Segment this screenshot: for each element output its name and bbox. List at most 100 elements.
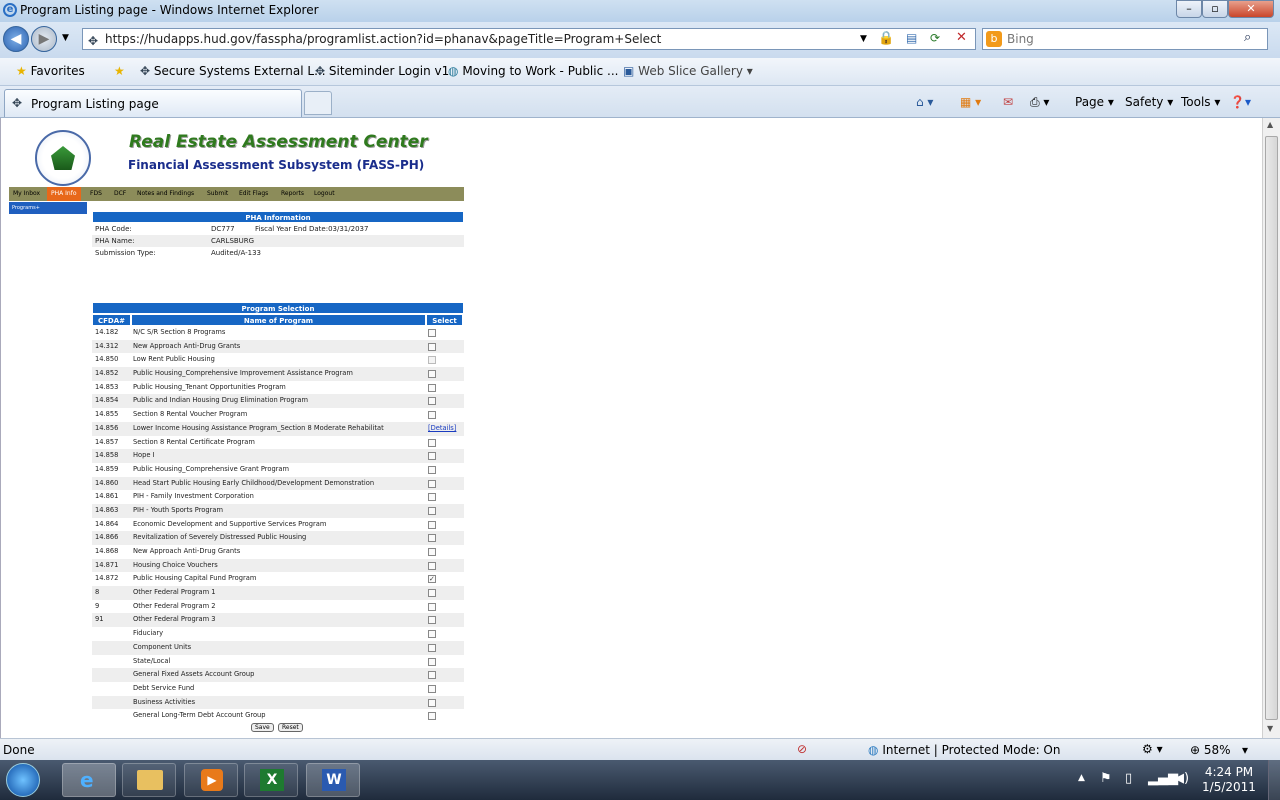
add-favorite-icon[interactable]: ★	[114, 64, 125, 78]
maximize-button[interactable]: ▫	[1202, 0, 1228, 18]
reset-button[interactable]: Reset	[278, 722, 303, 732]
popup-blocker-icon[interactable]: ⊘	[797, 742, 807, 756]
menu-dcf[interactable]: DCF	[114, 190, 126, 197]
program-cfda: 14.861	[95, 492, 119, 501]
mail-icon[interactable]: ✉	[1003, 95, 1013, 109]
home-icon[interactable]: ⌂ ▾	[916, 95, 933, 109]
program-select-checkbox[interactable]	[428, 506, 436, 515]
program-select-checkbox[interactable]	[428, 684, 436, 693]
lock-icon[interactable]: 🔒	[878, 31, 894, 46]
back-button[interactable]: ◀	[3, 26, 29, 52]
tray-volume-icon[interactable]: ◀)	[1174, 771, 1189, 786]
program-select-checkbox[interactable]	[428, 397, 436, 406]
program-select-checkbox[interactable]	[428, 465, 436, 474]
program-select-checkbox[interactable]	[428, 657, 436, 666]
refresh-icon[interactable]: ⟳	[930, 31, 940, 45]
program-select-checkbox[interactable]	[428, 573, 436, 587]
address-dropdown-icon[interactable]: ▼	[860, 34, 867, 44]
program-select-checkbox[interactable]	[428, 479, 436, 488]
vertical-scrollbar[interactable]: ▲ ▼	[1262, 118, 1280, 738]
program-cfda: 14.871	[95, 560, 119, 569]
program-select-checkbox[interactable]	[428, 329, 436, 337]
page-menu[interactable]: Page ▾	[1075, 95, 1114, 109]
scroll-up-icon[interactable]: ▲	[1267, 120, 1273, 129]
address-input[interactable]: https://hudapps.hud.gov/fasspha/programl…	[82, 28, 976, 50]
favorite-link-1[interactable]: ✥ Secure Systems External L...	[140, 64, 326, 78]
taskbar-word-icon[interactable]: W	[306, 763, 360, 797]
search-input[interactable]: Bing	[982, 28, 1268, 50]
web-slice-gallery-link[interactable]: ▣ Web Slice Gallery ▾	[623, 64, 753, 78]
submenu-programs[interactable]: Programs+	[9, 202, 87, 214]
program-row: 14.871 Housing Choice Vouchers	[92, 558, 464, 573]
safety-menu[interactable]: Safety ▾	[1125, 95, 1173, 109]
print-icon[interactable]: ⎙ ▾	[1030, 95, 1049, 110]
program-select-checkbox[interactable]	[428, 342, 436, 351]
menu-reports[interactable]: Reports	[281, 190, 304, 197]
forward-button[interactable]: ▶	[31, 26, 57, 52]
program-select-checkbox[interactable]	[428, 671, 436, 680]
program-select-checkbox[interactable]	[428, 643, 436, 652]
program-select-checkbox[interactable]	[428, 452, 436, 461]
details-link[interactable]: [Details]	[428, 422, 456, 436]
program-select-checkbox[interactable]	[428, 712, 436, 721]
program-select-checkbox[interactable]	[428, 616, 436, 625]
favorite-link-3[interactable]: ◍ Moving to Work - Public ...	[448, 64, 618, 78]
search-icon[interactable]: ⌕	[1244, 30, 1251, 45]
tools-menu[interactable]: Tools ▾	[1181, 95, 1220, 109]
program-select-checkbox[interactable]	[428, 520, 436, 529]
taskbar-ie-icon[interactable]: e	[62, 763, 116, 797]
show-desktop-button[interactable]	[1268, 760, 1280, 800]
tray-clock[interactable]: 4:24 PM 1/5/2011	[1194, 765, 1264, 795]
menu-fds[interactable]: FDS	[90, 190, 102, 197]
program-select-checkbox[interactable]	[428, 493, 436, 502]
program-select-checkbox[interactable]	[428, 561, 436, 570]
favorites-button[interactable]: ★ Favorites	[16, 64, 85, 78]
program-select-checkbox[interactable]	[428, 370, 436, 379]
scroll-thumb[interactable]	[1265, 136, 1278, 720]
menu-my-inbox[interactable]: My Inbox	[13, 190, 40, 197]
program-row: 14.858 Hope I	[92, 449, 464, 463]
favorite-link-2[interactable]: ✥ Siteminder Login v1	[315, 64, 449, 78]
tray-flag-icon[interactable]: ⚑	[1100, 771, 1112, 786]
menu-edit-flags[interactable]: Edit Flags	[239, 190, 268, 197]
menu-pha-info[interactable]: PHA Info	[47, 187, 81, 201]
close-button[interactable]: ✕	[1228, 0, 1274, 18]
tray-expand-icon[interactable]: ▲	[1078, 773, 1085, 783]
taskbar-media-icon[interactable]: ▶	[184, 763, 238, 797]
program-name: Component Units	[133, 642, 192, 651]
program-select-checkbox[interactable]	[428, 383, 436, 392]
security-zone[interactable]: ◍ Internet | Protected Mode: On	[868, 743, 1060, 757]
taskbar-explorer-icon[interactable]	[122, 763, 176, 797]
menu-submit[interactable]: Submit	[207, 190, 228, 197]
program-cfda: 14.859	[95, 464, 119, 473]
minimize-button[interactable]: –	[1176, 0, 1202, 18]
program-name: N/C S/R Section 8 Programs	[133, 328, 226, 336]
program-cfda: 14.866	[95, 533, 119, 542]
new-tab-button[interactable]	[304, 91, 332, 115]
compatibility-icon[interactable]: ▤	[906, 31, 917, 45]
help-icon[interactable]: ❓▾	[1230, 95, 1251, 109]
tab-program-listing[interactable]: ✥ Program Listing page	[4, 89, 302, 117]
save-button[interactable]: Save	[251, 722, 274, 732]
menu-notes-findings[interactable]: Notes and Findings	[137, 190, 194, 197]
program-select-checkbox[interactable]	[428, 589, 436, 598]
col-select: Select	[426, 314, 463, 326]
program-select-checkbox[interactable]	[428, 698, 436, 707]
program-row: General Fixed Assets Account Group	[92, 668, 464, 682]
program-select-checkbox[interactable]	[428, 411, 436, 420]
menu-logout[interactable]: Logout	[314, 190, 335, 197]
feeds-icon[interactable]: ▦ ▾	[960, 95, 981, 109]
protected-mode-icon[interactable]: ⚙ ▾	[1142, 742, 1163, 756]
program-select-checkbox[interactable]	[428, 438, 436, 447]
tray-device-icon[interactable]: ▯	[1125, 771, 1132, 786]
history-dropdown-icon[interactable]: ▼	[62, 33, 69, 43]
program-select-checkbox[interactable]	[428, 534, 436, 543]
program-select-checkbox[interactable]	[428, 630, 436, 639]
program-select-checkbox[interactable]	[428, 602, 436, 611]
start-button[interactable]	[6, 763, 40, 797]
zoom-control[interactable]: ⊕ 58% ▾	[1190, 743, 1248, 757]
stop-icon[interactable]: ✕	[956, 30, 967, 45]
scroll-down-icon[interactable]: ▼	[1267, 724, 1273, 733]
taskbar-excel-icon[interactable]: X	[244, 763, 298, 797]
program-select-checkbox[interactable]	[428, 548, 436, 556]
